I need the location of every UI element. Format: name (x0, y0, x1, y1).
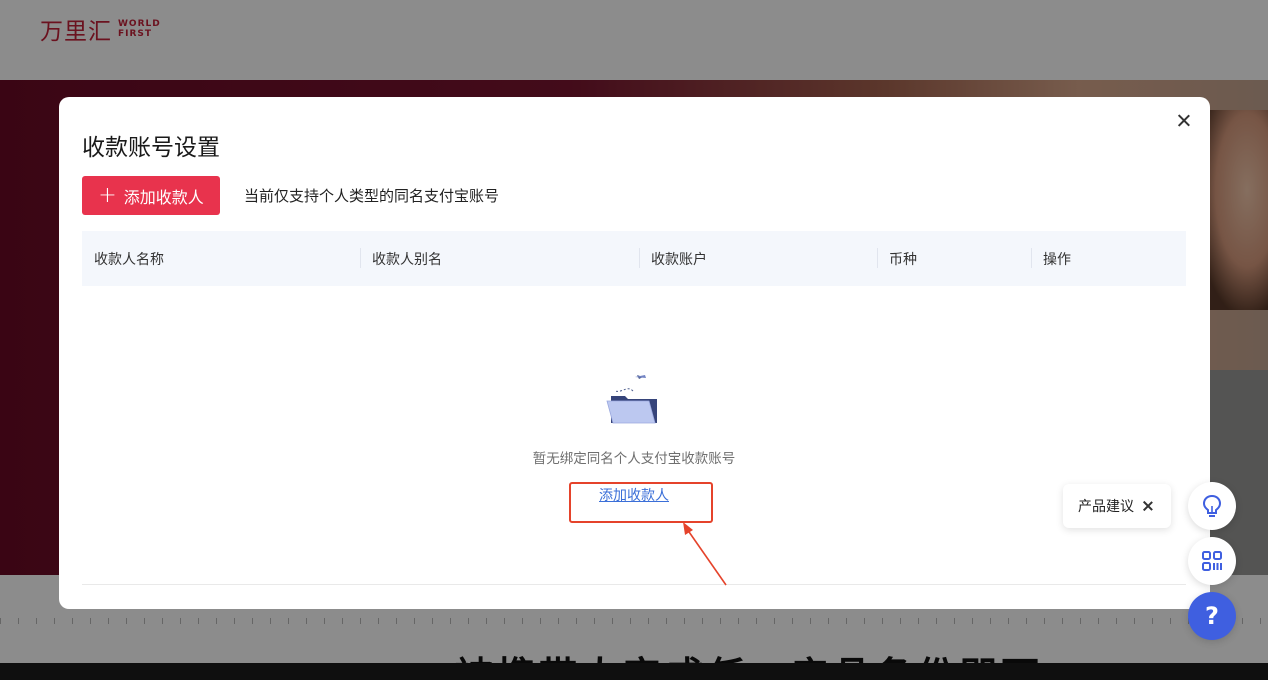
empty-state-message: 暂无绑定同名个人支付宝收款账号 (532, 451, 736, 467)
suggestion-close-icon[interactable] (1142, 500, 1154, 512)
empty-folder-icon (606, 375, 657, 424)
product-suggestion-label: 产品建议 (1078, 499, 1134, 515)
lightbulb-button[interactable] (1188, 482, 1236, 530)
annotation-arrow-icon (683, 522, 727, 586)
column-header-account: 收款账户 (639, 231, 707, 286)
support-tip: 当前仅支持个人类型的同名支付宝账号 (244, 187, 500, 205)
close-icon[interactable] (1174, 111, 1194, 131)
column-header-payee-name: 收款人名称 (94, 251, 164, 268)
table-header: 收款人名称 收款人别名 收款账户 币种 操作 (82, 231, 1186, 286)
qr-code-button[interactable] (1188, 537, 1236, 585)
product-suggestion-chip[interactable]: 产品建议 (1063, 484, 1171, 528)
column-header-currency: 币种 (877, 231, 917, 286)
help-icon: ? (1205, 602, 1219, 630)
payee-account-modal: 收款账号设置 + 添加收款人 当前仅支持个人类型的同名支付宝账号 收款人名称 收… (59, 97, 1210, 609)
qr-code-icon (1202, 551, 1222, 571)
column-header-payee-alias: 收款人别名 (360, 231, 442, 286)
help-button[interactable]: ? (1188, 592, 1236, 640)
lightbulb-icon (1202, 494, 1222, 517)
plus-icon: + (98, 182, 117, 208)
add-payee-button[interactable]: + 添加收款人 (82, 176, 220, 215)
add-payee-button-label: 添加收款人 (123, 187, 204, 207)
modal-title: 收款账号设置 (82, 135, 220, 161)
column-header-actions: 操作 (1031, 231, 1071, 286)
modal-divider (82, 584, 1186, 585)
